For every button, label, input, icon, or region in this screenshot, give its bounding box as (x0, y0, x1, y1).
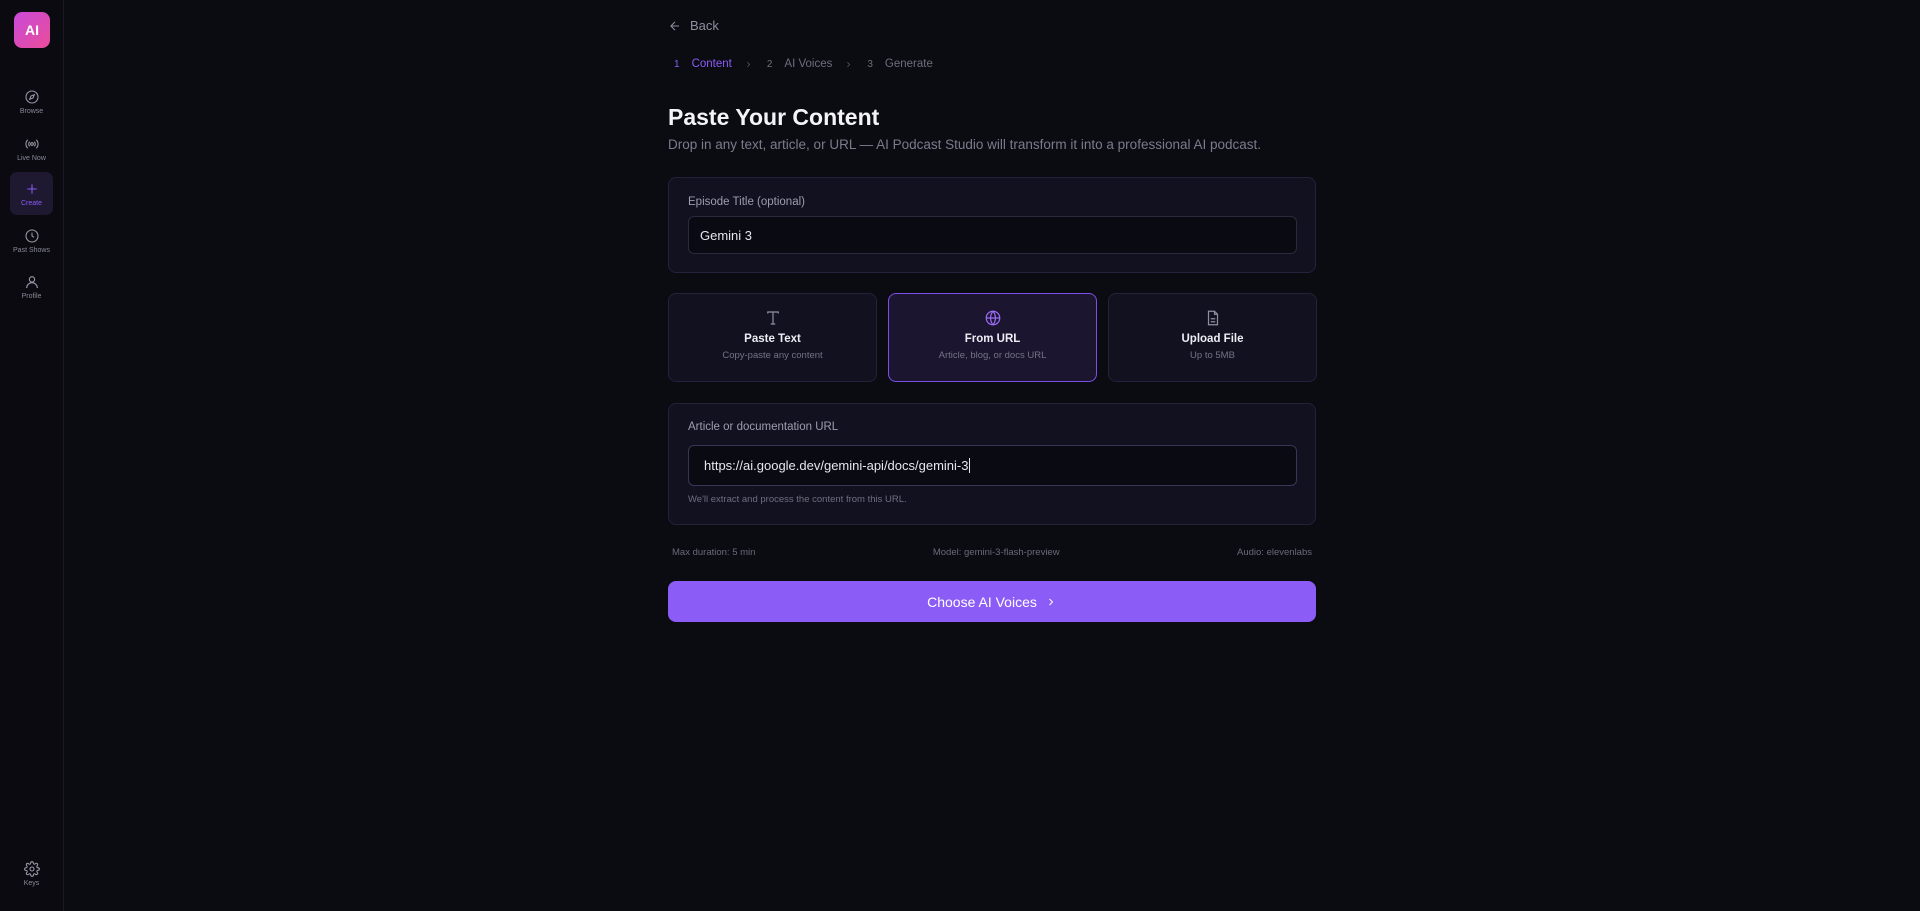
url-hint: We'll extract and process the content fr… (688, 494, 907, 505)
sidebar-item-label: Create (20, 199, 42, 207)
episode-title-input[interactable]: Gemini 3 (688, 216, 1297, 254)
compass-icon (24, 89, 39, 104)
step-generate[interactable]: 3 Generate (867, 58, 933, 70)
chevron-right-icon (844, 60, 853, 69)
user-icon (25, 275, 38, 288)
episode-title-label: Episode Title (optional) (688, 196, 805, 208)
sidebar-item-label: Past Shows (13, 246, 50, 254)
sidebar-item-browse[interactable]: Browse (10, 80, 53, 123)
choose-ai-voices-button[interactable]: Choose AI Voices (668, 581, 1316, 622)
sidebar-item-label: Live Now (17, 154, 46, 162)
option-title: From URL (964, 333, 1021, 345)
step-content[interactable]: 1 Content (674, 58, 732, 70)
max-duration: Max duration: 5 min (672, 547, 756, 558)
option-title: Upload File (1181, 333, 1244, 345)
sidebar-item-past-shows[interactable]: Past Shows (10, 219, 53, 262)
option-subtitle: Up to 5MB (1190, 350, 1235, 361)
step-number: 3 (867, 58, 873, 70)
file-icon (1207, 310, 1218, 326)
app-logo[interactable]: AI (14, 12, 50, 48)
sidebar-item-profile[interactable]: Profile (10, 265, 53, 308)
back-button[interactable]: Back (668, 18, 719, 33)
plus-icon (26, 183, 37, 194)
option-upload-file[interactable]: Upload File Up to 5MB (1108, 293, 1317, 382)
audio-info: Audio: elevenlabs (1237, 547, 1312, 558)
globe-icon (985, 310, 1000, 326)
sidebar: AI Browse Live Now Create Past Shows Pro… (0, 0, 64, 911)
step-number: 1 (674, 58, 680, 70)
clock-icon (24, 228, 39, 243)
step-label: Content (691, 58, 732, 70)
arrow-left-icon (670, 21, 680, 30)
step-number: 2 (766, 58, 773, 70)
step-label: AI Voices (784, 58, 833, 70)
url-label: Article or documentation URL (688, 421, 839, 433)
option-from-url[interactable]: From URL Article, blog, or docs URL (888, 293, 1097, 382)
chevron-right-icon (1049, 598, 1054, 605)
sidebar-item-label: Browse (19, 107, 44, 115)
option-paste-text[interactable]: Paste Text Copy-paste any content (668, 293, 877, 382)
sidebar-item-keys[interactable]: Keys (10, 852, 53, 895)
broadcast-icon (24, 138, 39, 149)
page-title: Paste Your Content (668, 104, 880, 130)
episode-title-value: Gemini 3 (700, 227, 753, 243)
text-caret (969, 458, 971, 473)
url-value: https://ai.google.dev/gemini-api/docs/ge… (704, 458, 969, 473)
step-indicator: 1 Content 2 AI Voices 3 Generate (674, 58, 933, 70)
model-info: Model: gemini-3-flash-preview (932, 547, 1060, 558)
step-label: Generate (884, 58, 933, 70)
page-subtitle: Drop in any text, article, or URL — AI P… (668, 137, 1262, 152)
url-input[interactable]: https://ai.google.dev/gemini-api/docs/ge… (688, 445, 1297, 486)
url-card: Article or documentation URL https://ai.… (668, 403, 1316, 525)
sidebar-item-live-now[interactable]: Live Now (10, 127, 53, 170)
back-label: Back (690, 18, 719, 33)
option-subtitle: Article, blog, or docs URL (938, 350, 1047, 361)
chevron-right-icon (744, 60, 753, 69)
option-title: Paste Text (744, 333, 801, 345)
text-icon (766, 311, 779, 325)
sidebar-item-label: Profile (21, 292, 42, 300)
gear-icon (23, 860, 40, 877)
generation-meta: Max duration: 5 min Model: gemini-3-flas… (672, 547, 1312, 558)
sidebar-item-create[interactable]: Create (10, 172, 53, 215)
option-subtitle: Copy-paste any content (722, 350, 823, 361)
sidebar-item-label: Keys (23, 879, 40, 887)
cta-label: Choose AI Voices (927, 593, 1037, 610)
step-ai-voices[interactable]: 2 AI Voices (767, 58, 833, 70)
episode-title-card: Episode Title (optional) Gemini 3 (668, 177, 1316, 273)
